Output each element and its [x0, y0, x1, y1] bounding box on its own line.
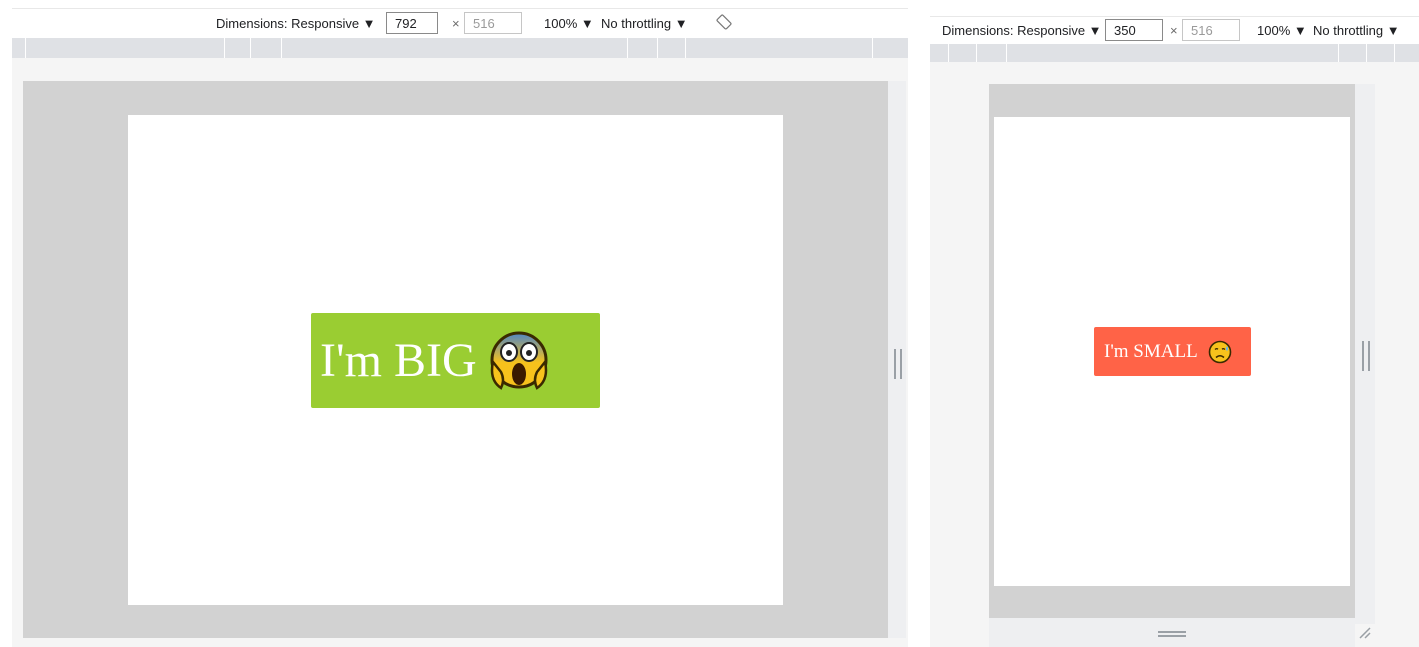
small-badge: I'm SMALL	[1094, 327, 1251, 376]
times-symbol: ×	[452, 16, 460, 31]
big-badge-text: I'm BIG	[320, 334, 477, 387]
throttling-dropdown[interactable]: No throttling ▼	[1313, 23, 1400, 38]
width-input[interactable]	[386, 12, 438, 34]
big-badge: I'm BIG	[311, 313, 600, 408]
corner-resize-icon[interactable]	[1358, 626, 1372, 645]
rotate-icon[interactable]	[716, 14, 732, 30]
times-symbol: ×	[1170, 23, 1178, 38]
device-toolbar: Dimensions: Responsive ▼ × 100% ▼ No thr…	[12, 8, 908, 37]
media-query-ruler[interactable]	[12, 38, 908, 58]
width-resize-handle[interactable]	[894, 349, 902, 379]
device-pane-large: Dimensions: Responsive ▼ × 100% ▼ No thr…	[0, 0, 908, 647]
zoom-dropdown[interactable]: 100% ▼	[544, 16, 594, 31]
sad-relieved-face-icon	[1208, 340, 1232, 364]
dimensions-dropdown[interactable]: Dimensions: Responsive ▼	[216, 16, 376, 31]
device-toolbar: Dimensions: Responsive ▼ × 100% ▼ No thr…	[930, 16, 1419, 43]
dimensions-dropdown[interactable]: Dimensions: Responsive ▼	[942, 23, 1102, 38]
height-resize-handle[interactable]	[1158, 631, 1186, 637]
width-resize-handle[interactable]	[1362, 341, 1370, 371]
zoom-dropdown[interactable]: 100% ▼	[1257, 23, 1307, 38]
face-screaming-icon	[487, 328, 551, 394]
height-input[interactable]	[464, 12, 522, 34]
media-query-ruler[interactable]	[930, 44, 1419, 62]
throttling-dropdown[interactable]: No throttling ▼	[601, 16, 688, 31]
small-badge-text: I'm SMALL	[1104, 340, 1198, 362]
height-input[interactable]	[1182, 19, 1240, 41]
width-input[interactable]	[1105, 19, 1163, 41]
device-pane-small: Dimensions: Responsive ▼ × 100% ▼ No thr…	[928, 0, 1419, 647]
